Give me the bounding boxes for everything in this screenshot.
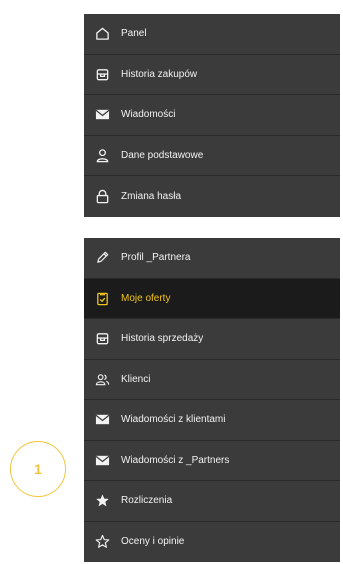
menu-item-label: Moje oferty xyxy=(121,292,171,304)
envelope-icon xyxy=(94,412,110,428)
box-icon xyxy=(94,66,110,82)
menu-item-label: Historia sprzedaży xyxy=(121,333,204,345)
star-filled-icon xyxy=(94,493,110,509)
menu-item-purchase-history[interactable]: Historia zakupów xyxy=(84,55,340,95)
menu-item-label: Zmiana hasła xyxy=(121,190,182,202)
menu-item-label: Historia zakupów xyxy=(121,68,198,80)
menu-item-partner-profile[interactable]: Profil _Partnera xyxy=(84,238,340,279)
envelope-icon xyxy=(94,107,110,123)
menu-item-ratings-reviews[interactable]: Oceny i opinie xyxy=(84,522,340,563)
menu-item-settlements[interactable]: Rozliczenia xyxy=(84,481,340,522)
menu-item-basic-data[interactable]: Dane podstawowe xyxy=(84,136,340,176)
box-icon xyxy=(94,331,110,347)
user-icon xyxy=(94,147,110,163)
menu-item-label: Oceny i opinie xyxy=(121,536,185,548)
envelope-icon xyxy=(94,452,110,468)
star-outline-icon xyxy=(94,534,110,550)
menu-item-sales-history[interactable]: Historia sprzedaży xyxy=(84,319,340,360)
menu-item-label: Dane podstawowe xyxy=(121,149,204,161)
menu-item-change-password[interactable]: Zmiana hasła xyxy=(84,176,340,217)
pencil-icon xyxy=(94,250,110,266)
menu-item-messages-with-partners[interactable]: Wiadomości z _Partners xyxy=(84,441,340,481)
menu-item-messages-with-clients[interactable]: Wiadomości z klientami xyxy=(84,400,340,441)
home-icon xyxy=(94,26,110,42)
menu-item-label: Profil _Partnera xyxy=(121,252,191,264)
partner-menu: Profil _Partnera Moje oferty Historia sp… xyxy=(84,238,340,562)
menu-item-label: Wiadomości z _Partners xyxy=(121,454,230,466)
clipboard-check-icon xyxy=(94,290,110,306)
menu-item-label: Rozliczenia xyxy=(121,495,173,507)
users-icon xyxy=(94,371,110,387)
menu-item-my-offers[interactable]: Moje oferty xyxy=(84,278,340,319)
step-number-badge: 1 xyxy=(10,441,66,497)
menu-item-label: Panel xyxy=(121,28,147,40)
lock-icon xyxy=(94,188,110,204)
menu-item-label: Klienci xyxy=(121,373,151,385)
menu-item-label: Wiadomości xyxy=(121,109,176,121)
account-menu: Panel Historia zakupów Wiadomości Dane p… xyxy=(84,14,340,217)
menu-item-label: Wiadomości z klientami xyxy=(121,414,226,426)
menu-item-panel[interactable]: Panel xyxy=(84,14,340,55)
menu-item-messages[interactable]: Wiadomości xyxy=(84,95,340,136)
menu-item-clients[interactable]: Klienci xyxy=(84,360,340,400)
